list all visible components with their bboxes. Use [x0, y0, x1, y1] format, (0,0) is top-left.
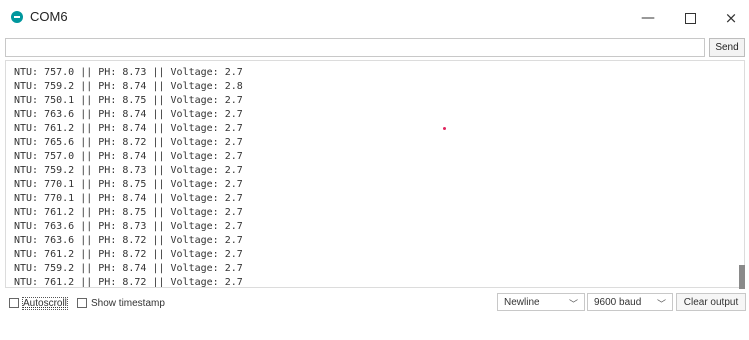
send-button[interactable]: Send — [709, 38, 745, 57]
serial-input[interactable] — [5, 38, 705, 57]
scrollbar-thumb[interactable] — [739, 265, 745, 289]
output-line: NTU: 765.6 || PH: 8.72 || Voltage: 2.7 — [14, 137, 243, 148]
title-bar: COM6 — × — [0, 0, 749, 36]
maximize-button[interactable] — [670, 0, 710, 36]
timestamp-checkbox[interactable]: Show timestamp — [77, 296, 165, 310]
baud-rate-select[interactable]: 9600 baud ﹀ — [587, 293, 673, 311]
output-line: NTU: 759.2 || PH: 8.73 || Voltage: 2.7 — [14, 165, 243, 176]
output-line: NTU: 761.2 || PH: 8.74 || Voltage: 2.7 — [14, 123, 243, 134]
output-line: NTU: 763.6 || PH: 8.74 || Voltage: 2.7 — [14, 109, 243, 120]
line-ending-value: Newline — [504, 296, 540, 308]
output-line: NTU: 757.0 || PH: 8.74 || Voltage: 2.7 — [14, 151, 243, 162]
output-line: NTU: 763.6 || PH: 8.73 || Voltage: 2.7 — [14, 221, 243, 232]
serial-output[interactable]: NTU: 757.0 || PH: 8.73 || Voltage: 2.7 N… — [5, 60, 745, 288]
timestamp-label: Show timestamp — [91, 297, 165, 309]
autoscroll-label: Autoscroll — [22, 296, 68, 310]
chevron-down-icon: ﹀ — [656, 300, 666, 310]
clear-output-button[interactable]: Clear output — [676, 293, 746, 311]
maximize-icon — [684, 12, 696, 24]
autoscroll-checkbox-box[interactable] — [9, 298, 19, 308]
cursor-dot — [443, 127, 446, 130]
serial-monitor-window: COM6 — × Send NTU: 757.0 || PH: 8.73 || … — [0, 0, 749, 340]
output-line: NTU: 763.6 || PH: 8.72 || Voltage: 2.7 — [14, 235, 243, 246]
chevron-down-icon: ﹀ — [568, 300, 578, 310]
timestamp-checkbox-box[interactable] — [77, 298, 87, 308]
window-title: COM6 — [30, 9, 68, 24]
output-line: NTU: 770.1 || PH: 8.75 || Voltage: 2.7 — [14, 179, 243, 190]
baud-rate-value: 9600 baud — [594, 296, 642, 308]
output-line: NTU: 761.2 || PH: 8.72 || Voltage: 2.7 — [14, 249, 243, 260]
output-line: NTU: 759.2 || PH: 8.74 || Voltage: 2.7 — [14, 263, 243, 274]
autoscroll-checkbox[interactable]: Autoscroll — [9, 296, 68, 310]
output-line: NTU: 757.0 || PH: 8.73 || Voltage: 2.7 — [14, 67, 243, 78]
output-line: NTU: 750.1 || PH: 8.75 || Voltage: 2.7 — [14, 95, 243, 106]
close-button[interactable]: × — [711, 0, 749, 36]
minimize-button[interactable]: — — [628, 0, 668, 36]
output-line: NTU: 761.2 || PH: 8.72 || Voltage: 2.7 — [14, 277, 243, 288]
line-ending-select[interactable]: Newline ﹀ — [497, 293, 585, 311]
output-line: NTU: 770.1 || PH: 8.74 || Voltage: 2.7 — [14, 193, 243, 204]
output-line: NTU: 761.2 || PH: 8.75 || Voltage: 2.7 — [14, 207, 243, 218]
arduino-icon — [11, 11, 23, 23]
output-line: NTU: 759.2 || PH: 8.74 || Voltage: 2.8 — [14, 81, 243, 92]
